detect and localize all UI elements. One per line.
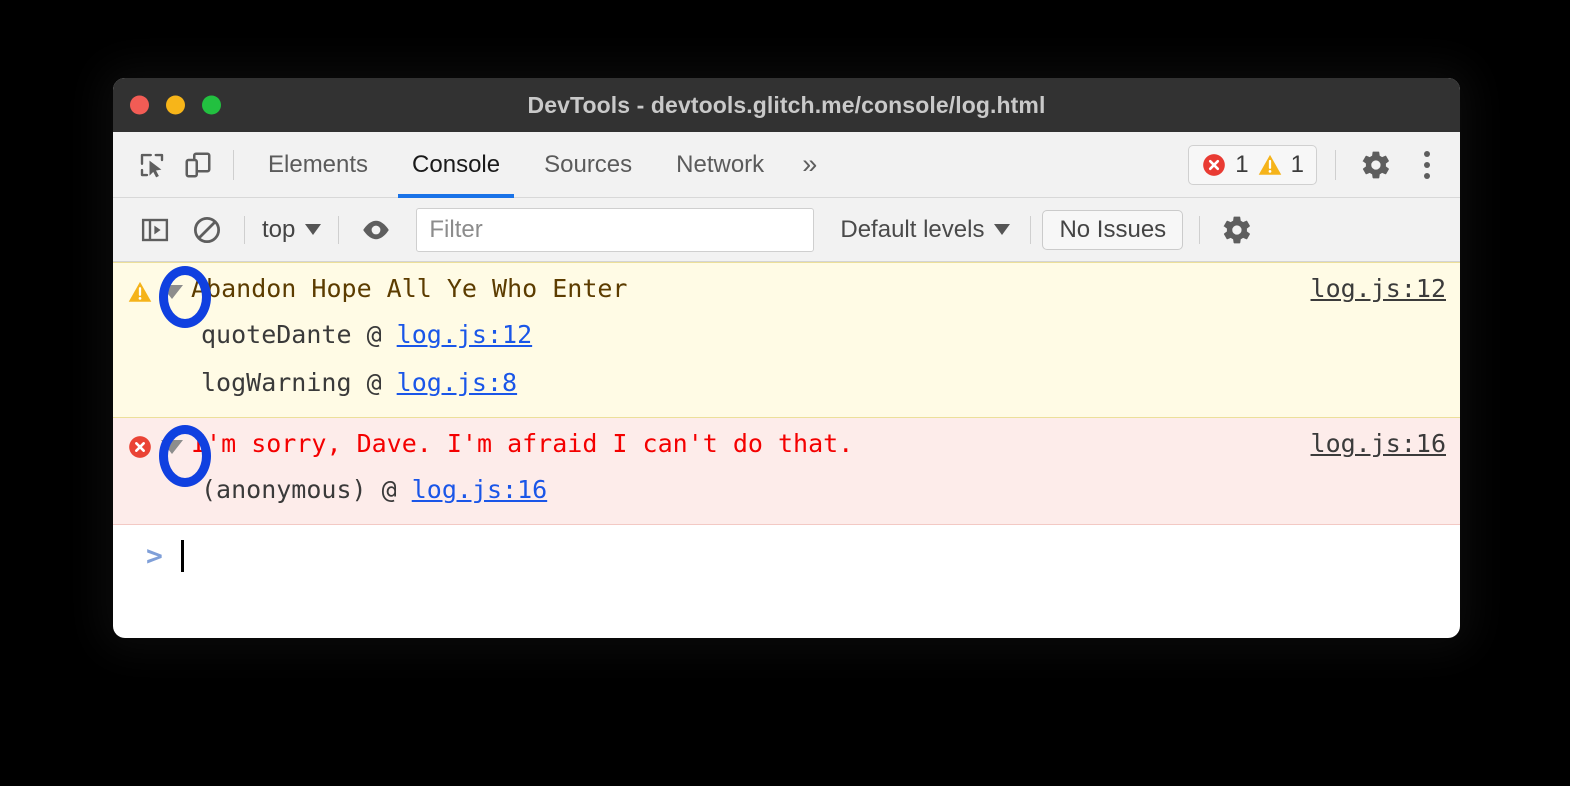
stack-frame-link[interactable]: log.js:8 bbox=[397, 368, 517, 397]
warning-count: 1 bbox=[1291, 151, 1304, 179]
log-levels-selector[interactable]: Default levels bbox=[840, 216, 1010, 244]
warning-message-gutter bbox=[113, 269, 191, 407]
warning-triangle-icon bbox=[127, 279, 153, 305]
tabbar-divider-2 bbox=[1335, 150, 1336, 180]
stack-frame: (anonymous) @ log.js:16 bbox=[191, 466, 1446, 514]
log-levels-label: Default levels bbox=[840, 216, 984, 244]
tab-elements-label: Elements bbox=[268, 151, 368, 179]
stack-frame-function: (anonymous) @ bbox=[201, 475, 412, 504]
console-message-error[interactable]: I'm sorry, Dave. I'm afraid I can't do t… bbox=[113, 418, 1460, 525]
console-toolbar-divider-4 bbox=[1199, 216, 1200, 244]
issues-counter[interactable]: 1 1 bbox=[1188, 145, 1317, 185]
error-disclosure-triangle-icon[interactable] bbox=[161, 440, 183, 454]
console-toolbar: top Filter Default levels No Issues bbox=[113, 198, 1460, 262]
tabbar-divider bbox=[233, 150, 234, 180]
minimize-window-button[interactable] bbox=[166, 96, 185, 115]
maximize-window-button[interactable] bbox=[202, 96, 221, 115]
stack-frame-function: logWarning @ bbox=[201, 368, 397, 397]
chevron-down-icon-levels bbox=[994, 224, 1010, 235]
devtools-more-options-button[interactable] bbox=[1404, 151, 1450, 179]
filter-placeholder: Filter bbox=[429, 216, 482, 244]
screenshot-root: DevTools - devtools.glitch.me/console/lo… bbox=[0, 0, 1570, 786]
warning-message-content: Abandon Hope All Ye Who Enter log.js:12 … bbox=[191, 269, 1460, 407]
chevron-down-icon bbox=[305, 224, 321, 235]
error-stack-trace: (anonymous) @ log.js:16 bbox=[191, 466, 1446, 514]
console-message-list: Abandon Hope All Ye Who Enter log.js:12 … bbox=[113, 262, 1460, 587]
console-settings-button[interactable] bbox=[1211, 208, 1263, 252]
inspect-element-icon[interactable] bbox=[129, 142, 175, 188]
console-message-warning[interactable]: Abandon Hope All Ye Who Enter log.js:12 … bbox=[113, 262, 1460, 418]
console-filter-field[interactable]: Filter bbox=[416, 208, 814, 252]
gear-icon bbox=[1360, 149, 1392, 181]
tab-network-label: Network bbox=[676, 151, 764, 179]
clear-console-button[interactable] bbox=[181, 208, 233, 252]
kebab-dot-3 bbox=[1424, 173, 1430, 179]
error-message-gutter bbox=[113, 424, 191, 514]
stack-frame-link[interactable]: log.js:12 bbox=[397, 320, 532, 349]
console-toolbar-divider-2 bbox=[338, 216, 339, 244]
stack-frame: quoteDante @ log.js:12 bbox=[191, 311, 1446, 359]
error-circle-icon bbox=[127, 434, 153, 460]
warning-stack-trace: quoteDante @ log.js:12 logWarning @ log.… bbox=[191, 311, 1446, 407]
kebab-dot-1 bbox=[1424, 151, 1430, 157]
execution-context-selector[interactable]: top bbox=[256, 216, 327, 244]
error-message-content: I'm sorry, Dave. I'm afraid I can't do t… bbox=[191, 424, 1460, 514]
prompt-chevron-icon: > bbox=[146, 542, 163, 570]
warning-disclosure-triangle-icon[interactable] bbox=[161, 285, 183, 299]
more-tabs-chevron-icon[interactable]: » bbox=[786, 149, 833, 180]
warning-message-text: Abandon Hope All Ye Who Enter bbox=[191, 269, 628, 309]
devtools-window: DevTools - devtools.glitch.me/console/lo… bbox=[113, 78, 1460, 638]
window-title: DevTools - devtools.glitch.me/console/lo… bbox=[528, 92, 1046, 119]
window-titlebar: DevTools - devtools.glitch.me/console/lo… bbox=[113, 78, 1460, 132]
warning-triangle-icon bbox=[1257, 152, 1283, 178]
tab-console[interactable]: Console bbox=[390, 132, 522, 198]
error-source-link[interactable]: log.js:16 bbox=[1311, 424, 1446, 464]
devtools-tab-list: Elements Console Sources Network bbox=[246, 132, 786, 198]
error-circle-icon bbox=[1201, 152, 1227, 178]
clear-console-icon bbox=[192, 215, 222, 245]
warning-message-headline: Abandon Hope All Ye Who Enter log.js:12 bbox=[191, 269, 1446, 309]
device-toolbar-icon[interactable] bbox=[175, 142, 221, 188]
devtools-tabbar: Elements Console Sources Network » 1 1 bbox=[113, 132, 1460, 198]
tab-elements[interactable]: Elements bbox=[246, 132, 390, 198]
tab-console-label: Console bbox=[412, 151, 500, 179]
console-prompt[interactable]: > bbox=[113, 525, 1460, 587]
stack-frame-link[interactable]: log.js:16 bbox=[412, 475, 547, 504]
live-expression-button[interactable] bbox=[350, 208, 402, 252]
tab-sources[interactable]: Sources bbox=[522, 132, 654, 198]
traffic-light-buttons bbox=[130, 96, 221, 115]
stack-frame-function: quoteDante @ bbox=[201, 320, 397, 349]
console-sidebar-icon bbox=[140, 215, 170, 245]
stack-frame: logWarning @ log.js:8 bbox=[191, 359, 1446, 407]
live-expression-eye-icon bbox=[359, 213, 393, 247]
console-sidebar-toggle-button[interactable] bbox=[129, 208, 181, 252]
console-toolbar-divider-1 bbox=[244, 216, 245, 244]
warning-source-link[interactable]: log.js:12 bbox=[1311, 269, 1446, 309]
issues-button[interactable]: No Issues bbox=[1042, 210, 1183, 250]
tab-sources-label: Sources bbox=[544, 151, 632, 179]
error-message-text: I'm sorry, Dave. I'm afraid I can't do t… bbox=[191, 424, 853, 464]
error-message-headline: I'm sorry, Dave. I'm afraid I can't do t… bbox=[191, 424, 1446, 464]
prompt-text-cursor bbox=[181, 540, 184, 572]
console-toolbar-divider-3 bbox=[1030, 216, 1031, 244]
error-count: 1 bbox=[1235, 151, 1248, 179]
close-window-button[interactable] bbox=[130, 96, 149, 115]
execution-context-label: top bbox=[262, 216, 295, 244]
kebab-dot-2 bbox=[1424, 162, 1430, 168]
tab-network[interactable]: Network bbox=[654, 132, 786, 198]
console-settings-gear-icon bbox=[1221, 214, 1253, 246]
devtools-settings-button[interactable] bbox=[1348, 149, 1404, 181]
